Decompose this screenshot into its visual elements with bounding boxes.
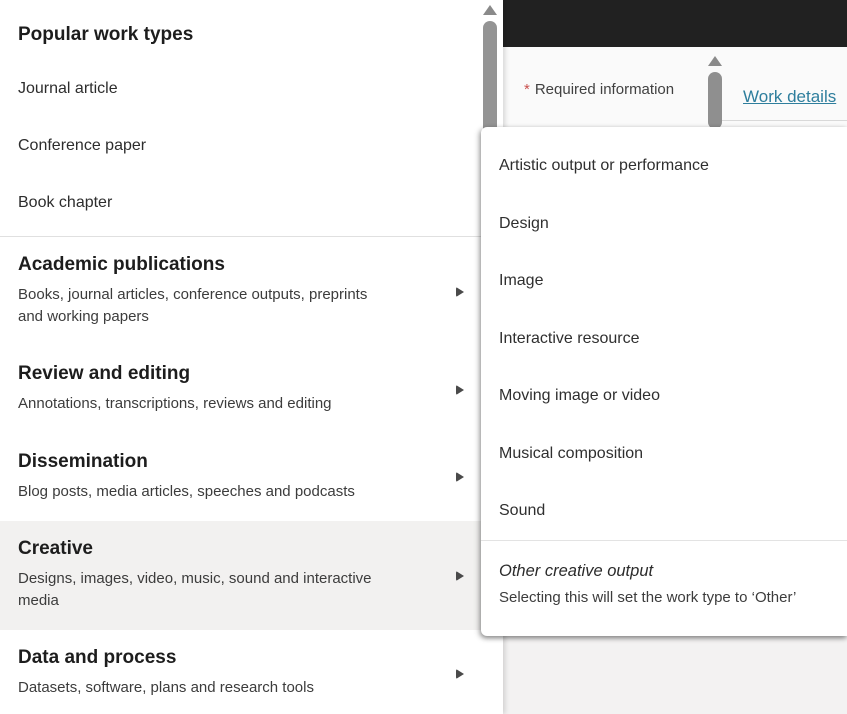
popular-work-types-header: Popular work types — [18, 24, 194, 45]
section-review-and-editing[interactable]: Review and editing Annotations, transcri… — [0, 346, 503, 434]
chevron-right-icon — [456, 384, 464, 395]
modal-header-bar — [503, 0, 847, 47]
modal-scrollbar-thumb[interactable] — [708, 72, 722, 129]
required-information-note: * Required information — [524, 81, 674, 98]
section-data-and-process[interactable]: Data and process Datasets, software, pla… — [0, 630, 503, 714]
submenu-item-other-creative-output[interactable]: Other creative output Selecting this wil… — [481, 541, 847, 608]
submenu-item-image[interactable]: Image — [481, 252, 847, 310]
section-description: Books, journal articles, conference outp… — [18, 286, 368, 325]
submenu-item-artistic-output[interactable]: Artistic output or performance — [481, 137, 847, 195]
add-work-screen: * Required information Work details Popul… — [0, 0, 847, 714]
menu-item-conference-paper[interactable]: Conference paper — [0, 117, 503, 174]
menu-item-journal-article[interactable]: Journal article — [0, 60, 503, 117]
content-divider — [713, 120, 847, 121]
submenu-item-musical-composition[interactable]: Musical composition — [481, 425, 847, 483]
popular-work-types-list: Journal article Conference paper Book ch… — [0, 60, 503, 231]
section-title: Review and editing — [18, 363, 191, 384]
chevron-right-icon — [456, 472, 464, 483]
submenu-item-moving-image-or-video[interactable]: Moving image or video — [481, 367, 847, 425]
section-title: Data and process — [18, 647, 177, 668]
required-asterisk: * — [524, 81, 530, 98]
chevron-right-icon — [456, 570, 464, 581]
section-description: Annotations, transcriptions, reviews and… — [18, 395, 332, 412]
section-title: Creative — [18, 538, 93, 559]
section-academic-publications[interactable]: Academic publications Books, journal art… — [0, 237, 503, 346]
chevron-right-icon — [456, 286, 464, 297]
work-details-link[interactable]: Work details — [743, 87, 836, 107]
scroll-up-arrow-icon[interactable] — [708, 56, 722, 66]
section-title: Academic publications — [18, 254, 225, 275]
section-creative[interactable]: Creative Designs, images, video, music, … — [0, 521, 503, 630]
chevron-right-icon — [456, 668, 464, 679]
creative-submenu: Artistic output or performance Design Im… — [481, 127, 847, 636]
submenu-item-interactive-resource[interactable]: Interactive resource — [481, 310, 847, 368]
required-note-text: Required information — [534, 81, 675, 98]
submenu-item-sound[interactable]: Sound — [481, 482, 847, 540]
section-title: Dissemination — [18, 450, 148, 472]
scroll-up-arrow-icon[interactable] — [483, 5, 497, 15]
creative-submenu-list: Artistic output or performance Design Im… — [481, 127, 847, 540]
section-description: Blog posts, media articles, speeches and… — [18, 482, 355, 500]
section-dissemination[interactable]: Dissemination Blog posts, media articles… — [0, 434, 503, 522]
other-creative-output-title: Other creative output — [499, 561, 654, 580]
other-creative-output-note: Selecting this will set the work type to… — [499, 588, 797, 606]
work-type-menu: Popular work types Journal article Confe… — [0, 0, 503, 714]
menu-item-book-chapter[interactable]: Book chapter — [0, 174, 503, 231]
section-description: Datasets, software, plans and research t… — [18, 679, 314, 696]
submenu-item-design[interactable]: Design — [481, 195, 847, 253]
section-description: Designs, images, video, music, sound and… — [18, 570, 372, 609]
